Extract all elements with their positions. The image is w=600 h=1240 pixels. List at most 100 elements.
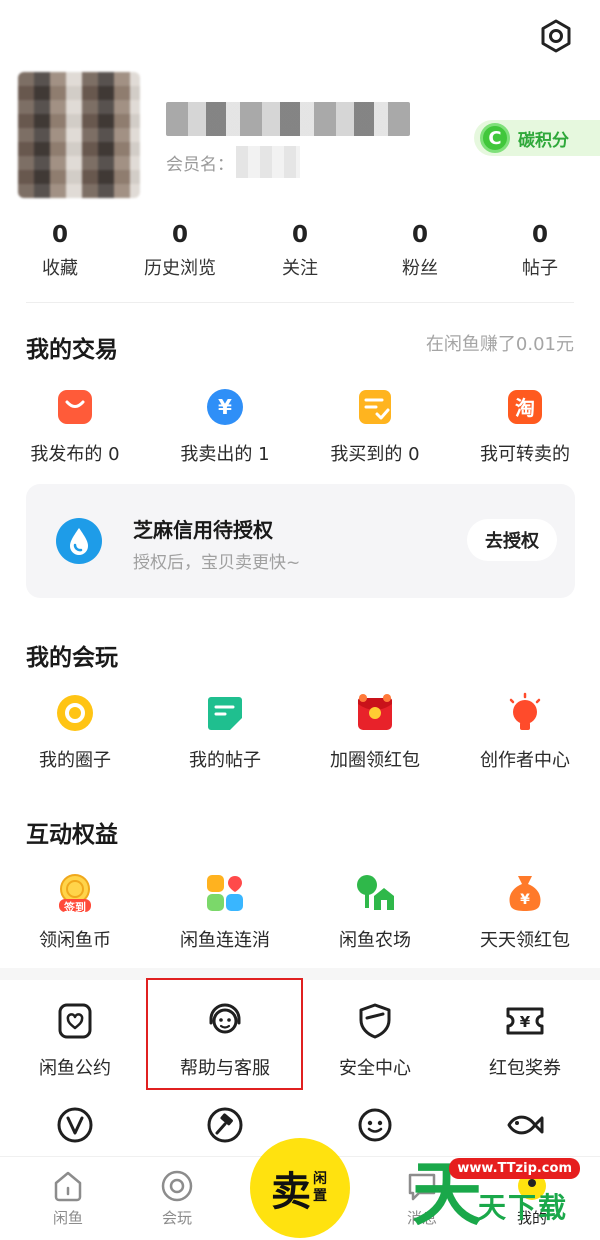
rights-xianyu-coin[interactable]: 签到 领闲鱼币 [0,872,150,952]
stat-favorites[interactable]: 0 收藏 [0,222,120,280]
match-game-icon [204,872,246,914]
taobao-icon: 淘 [504,386,546,428]
play-item-label: 我的帖子 [189,750,261,771]
lightbulb-icon [504,692,546,734]
yuan-coin-icon: ¥ [204,386,246,428]
stat-history[interactable]: 0 历史浏览 [120,222,240,280]
play-item-label: 创作者中心 [480,750,570,771]
play-join-red-envelope[interactable]: 加圈领红包 [300,692,450,772]
voucher-icon: ¥ [504,1000,546,1042]
fish-icon [504,1104,546,1146]
sell-big-label: 卖 [271,1168,311,1215]
sell-button[interactable]: 卖 闲置 [250,1138,350,1238]
v-badge-icon [54,1104,96,1146]
service-label: 红包奖券 [489,1058,561,1079]
shield-icon [354,1000,396,1042]
earned-link[interactable]: 在闲鱼赚了0.01元 [426,330,574,356]
post-icon [204,692,246,734]
svg-text:¥: ¥ [520,1013,531,1031]
circle-icon [54,692,96,734]
service-convention[interactable]: 闲鱼公约 [0,1000,150,1080]
svg-text:¥: ¥ [520,892,530,908]
red-envelope-icon [354,692,396,734]
gear-icon [541,19,571,53]
play-section-title: 我的会玩 [26,645,118,671]
stat-number: 0 [531,222,548,248]
member-name-label: 会员名： [166,155,234,175]
user-name-blurred [166,102,410,136]
home-icon [54,1171,82,1202]
authorize-button[interactable]: 去授权 [467,519,557,561]
trade-grid: 我发布的 0 ¥ 我卖出的 1 我买到的 0 淘 我可转卖的 [0,386,600,466]
rights-farm[interactable]: 闲鱼农场 [300,872,450,952]
tab-label: 会玩 [161,1209,192,1227]
stat-number: 0 [51,222,68,248]
stats-row: 0 收藏 0 历史浏览 0 关注 0 粉丝 0 帖子 [0,222,600,280]
trade-section-title: 我的交易 [26,337,118,363]
zhima-title: 芝麻信用待授权 [133,518,273,542]
checklist-icon [354,386,396,428]
tab-xianyu[interactable]: 闲鱼 [28,1169,108,1228]
circle-tab-icon [161,1170,193,1202]
trade-published[interactable]: 我发布的 0 [0,386,150,466]
trade-bought[interactable]: 我买到的 0 [300,386,450,466]
service-v-badge[interactable] [0,1104,150,1146]
service-vouchers[interactable]: ¥ 红包奖券 [450,1000,600,1080]
stat-fans[interactable]: 0 粉丝 [360,222,480,280]
rights-daily-red-envelope[interactable]: ¥ 天天领红包 [450,872,600,952]
zhima-credit-card[interactable]: 芝麻信用待授权 授权后，宝贝卖更快~ 去授权 [26,484,575,598]
auction-icon [204,1104,246,1146]
convention-icon [54,1000,96,1042]
avatar[interactable] [18,72,140,198]
play-item-label: 加圈领红包 [330,750,420,771]
stat-posts[interactable]: 0 帖子 [480,222,600,280]
play-item-label: 我的圈子 [39,750,111,771]
carbon-points-button[interactable]: C 碳积分 [474,120,600,156]
play-my-circles[interactable]: 我的圈子 [0,692,150,772]
settings-button[interactable] [538,18,574,54]
trade-item-label: 我发布的 0 [30,444,120,465]
stat-label: 收藏 [42,258,78,279]
bag-icon [54,386,96,428]
stat-number: 0 [291,222,308,248]
stat-number: 0 [171,222,188,248]
trade-item-label: 我买到的 0 [330,444,420,465]
service-fish[interactable] [450,1104,600,1146]
carbon-points-label: 碳积分 [518,130,569,151]
play-grid: 我的圈子 我的帖子 加圈领红包 创作者中心 [0,692,600,772]
service-auction[interactable] [150,1104,300,1146]
trade-resell[interactable]: 淘 我可转卖的 [450,386,600,466]
member-name-blurred [236,146,300,178]
stat-following[interactable]: 0 关注 [240,222,360,280]
svg-text:¥: ¥ [218,395,232,419]
watermark: 天 天下载 www.TTzip.com [412,1150,600,1240]
stat-label: 粉丝 [402,258,438,279]
rights-item-label: 闲鱼连连消 [180,930,270,951]
trade-item-label: 我卖出的 1 [180,444,270,465]
rights-grid: 签到 领闲鱼币 闲鱼连连消 闲鱼农场 ¥ 天天领红包 [0,872,600,952]
svg-text:淘: 淘 [515,396,535,420]
tab-huiwan[interactable]: 会玩 [137,1169,217,1228]
sign-in-badge: 签到 [64,901,86,914]
stat-label: 历史浏览 [144,258,216,279]
watermark-url: www.TTzip.com [449,1158,580,1179]
rights-section-title: 互动权益 [26,822,118,848]
play-creator-center[interactable]: 创作者中心 [450,692,600,772]
service-label: 安全中心 [339,1058,411,1079]
service-monkey[interactable] [300,1104,450,1146]
rights-match-game[interactable]: 闲鱼连连消 [150,872,300,952]
money-bag-icon: ¥ [504,872,546,914]
rights-item-label: 领闲鱼币 [39,930,111,951]
stat-label: 帖子 [522,258,558,279]
rights-item-label: 闲鱼农场 [339,930,411,951]
tab-label: 闲鱼 [52,1209,83,1227]
highlight-box [146,978,303,1090]
rights-item-label: 天天领红包 [480,930,570,951]
service-label: 闲鱼公约 [39,1058,111,1079]
service-security-center[interactable]: 安全中心 [300,1000,450,1080]
trade-sold[interactable]: ¥ 我卖出的 1 [150,386,300,466]
monkey-icon [354,1104,396,1146]
farm-icon [354,872,396,914]
trade-item-label: 我可转卖的 [480,444,570,465]
play-my-posts[interactable]: 我的帖子 [150,692,300,772]
